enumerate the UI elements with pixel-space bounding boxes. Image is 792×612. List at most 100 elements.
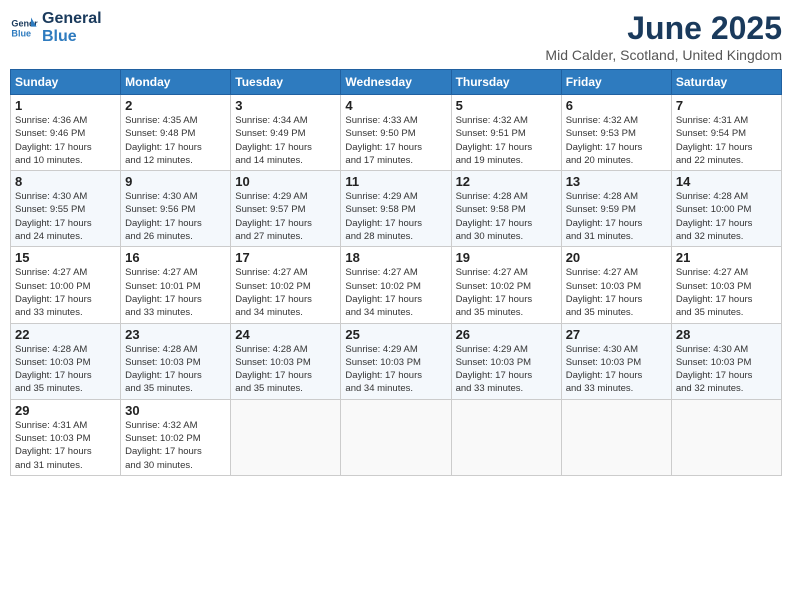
day-number: 11 bbox=[345, 174, 446, 189]
calendar-cell: 22Sunrise: 4:28 AM Sunset: 10:03 PM Dayl… bbox=[11, 323, 121, 399]
weekday-header: Tuesday bbox=[231, 70, 341, 95]
day-info: Sunrise: 4:32 AM Sunset: 10:02 PM Daylig… bbox=[125, 419, 226, 472]
month-title: June 2025 bbox=[545, 10, 782, 47]
day-number: 16 bbox=[125, 250, 226, 265]
calendar-cell: 5Sunrise: 4:32 AM Sunset: 9:51 PM Daylig… bbox=[451, 95, 561, 171]
calendar-cell bbox=[561, 399, 671, 475]
day-info: Sunrise: 4:29 AM Sunset: 10:03 PM Daylig… bbox=[456, 343, 557, 396]
calendar-week-row: 29Sunrise: 4:31 AM Sunset: 10:03 PM Dayl… bbox=[11, 399, 782, 475]
calendar-cell: 26Sunrise: 4:29 AM Sunset: 10:03 PM Dayl… bbox=[451, 323, 561, 399]
day-info: Sunrise: 4:27 AM Sunset: 10:02 PM Daylig… bbox=[235, 266, 336, 319]
calendar-cell: 6Sunrise: 4:32 AM Sunset: 9:53 PM Daylig… bbox=[561, 95, 671, 171]
day-number: 9 bbox=[125, 174, 226, 189]
calendar-cell: 25Sunrise: 4:29 AM Sunset: 10:03 PM Dayl… bbox=[341, 323, 451, 399]
day-info: Sunrise: 4:27 AM Sunset: 10:03 PM Daylig… bbox=[676, 266, 777, 319]
calendar-cell: 13Sunrise: 4:28 AM Sunset: 9:59 PM Dayli… bbox=[561, 171, 671, 247]
calendar-cell: 7Sunrise: 4:31 AM Sunset: 9:54 PM Daylig… bbox=[671, 95, 781, 171]
day-number: 2 bbox=[125, 98, 226, 113]
day-info: Sunrise: 4:32 AM Sunset: 9:53 PM Dayligh… bbox=[566, 114, 667, 167]
day-number: 30 bbox=[125, 403, 226, 418]
calendar-week-row: 22Sunrise: 4:28 AM Sunset: 10:03 PM Dayl… bbox=[11, 323, 782, 399]
day-number: 19 bbox=[456, 250, 557, 265]
calendar-cell: 16Sunrise: 4:27 AM Sunset: 10:01 PM Dayl… bbox=[121, 247, 231, 323]
day-info: Sunrise: 4:27 AM Sunset: 10:03 PM Daylig… bbox=[566, 266, 667, 319]
day-number: 29 bbox=[15, 403, 116, 418]
weekday-header: Wednesday bbox=[341, 70, 451, 95]
day-info: Sunrise: 4:27 AM Sunset: 10:02 PM Daylig… bbox=[456, 266, 557, 319]
weekday-header: Friday bbox=[561, 70, 671, 95]
calendar-cell: 20Sunrise: 4:27 AM Sunset: 10:03 PM Dayl… bbox=[561, 247, 671, 323]
day-number: 8 bbox=[15, 174, 116, 189]
day-info: Sunrise: 4:32 AM Sunset: 9:51 PM Dayligh… bbox=[456, 114, 557, 167]
day-number: 21 bbox=[676, 250, 777, 265]
day-number: 27 bbox=[566, 327, 667, 342]
calendar-week-row: 1Sunrise: 4:36 AM Sunset: 9:46 PM Daylig… bbox=[11, 95, 782, 171]
weekday-header: Saturday bbox=[671, 70, 781, 95]
calendar-cell bbox=[341, 399, 451, 475]
page-header: General Blue General Blue June 2025 Mid … bbox=[10, 10, 782, 63]
calendar-cell: 18Sunrise: 4:27 AM Sunset: 10:02 PM Dayl… bbox=[341, 247, 451, 323]
day-info: Sunrise: 4:28 AM Sunset: 10:03 PM Daylig… bbox=[15, 343, 116, 396]
calendar-cell: 24Sunrise: 4:28 AM Sunset: 10:03 PM Dayl… bbox=[231, 323, 341, 399]
calendar-header-row: SundayMondayTuesdayWednesdayThursdayFrid… bbox=[11, 70, 782, 95]
day-number: 4 bbox=[345, 98, 446, 113]
calendar-cell: 19Sunrise: 4:27 AM Sunset: 10:02 PM Dayl… bbox=[451, 247, 561, 323]
calendar-cell: 23Sunrise: 4:28 AM Sunset: 10:03 PM Dayl… bbox=[121, 323, 231, 399]
day-info: Sunrise: 4:27 AM Sunset: 10:02 PM Daylig… bbox=[345, 266, 446, 319]
weekday-header: Thursday bbox=[451, 70, 561, 95]
day-number: 14 bbox=[676, 174, 777, 189]
calendar-cell: 30Sunrise: 4:32 AM Sunset: 10:02 PM Dayl… bbox=[121, 399, 231, 475]
day-info: Sunrise: 4:28 AM Sunset: 10:00 PM Daylig… bbox=[676, 190, 777, 243]
weekday-header: Sunday bbox=[11, 70, 121, 95]
logo-general: General bbox=[42, 10, 102, 28]
calendar-cell: 14Sunrise: 4:28 AM Sunset: 10:00 PM Dayl… bbox=[671, 171, 781, 247]
day-info: Sunrise: 4:27 AM Sunset: 10:01 PM Daylig… bbox=[125, 266, 226, 319]
logo: General Blue General Blue bbox=[10, 10, 102, 45]
calendar-cell: 4Sunrise: 4:33 AM Sunset: 9:50 PM Daylig… bbox=[341, 95, 451, 171]
day-number: 6 bbox=[566, 98, 667, 113]
calendar-cell: 1Sunrise: 4:36 AM Sunset: 9:46 PM Daylig… bbox=[11, 95, 121, 171]
calendar-cell: 29Sunrise: 4:31 AM Sunset: 10:03 PM Dayl… bbox=[11, 399, 121, 475]
day-number: 1 bbox=[15, 98, 116, 113]
calendar-week-row: 8Sunrise: 4:30 AM Sunset: 9:55 PM Daylig… bbox=[11, 171, 782, 247]
calendar-cell bbox=[451, 399, 561, 475]
day-info: Sunrise: 4:30 AM Sunset: 9:55 PM Dayligh… bbox=[15, 190, 116, 243]
calendar-cell: 3Sunrise: 4:34 AM Sunset: 9:49 PM Daylig… bbox=[231, 95, 341, 171]
day-number: 10 bbox=[235, 174, 336, 189]
location-title: Mid Calder, Scotland, United Kingdom bbox=[545, 47, 782, 63]
day-number: 20 bbox=[566, 250, 667, 265]
day-info: Sunrise: 4:30 AM Sunset: 9:56 PM Dayligh… bbox=[125, 190, 226, 243]
calendar-cell: 9Sunrise: 4:30 AM Sunset: 9:56 PM Daylig… bbox=[121, 171, 231, 247]
day-info: Sunrise: 4:29 AM Sunset: 9:57 PM Dayligh… bbox=[235, 190, 336, 243]
day-info: Sunrise: 4:29 AM Sunset: 10:03 PM Daylig… bbox=[345, 343, 446, 396]
day-info: Sunrise: 4:27 AM Sunset: 10:00 PM Daylig… bbox=[15, 266, 116, 319]
day-info: Sunrise: 4:34 AM Sunset: 9:49 PM Dayligh… bbox=[235, 114, 336, 167]
calendar-table: SundayMondayTuesdayWednesdayThursdayFrid… bbox=[10, 69, 782, 476]
calendar-cell bbox=[671, 399, 781, 475]
day-number: 7 bbox=[676, 98, 777, 113]
day-number: 17 bbox=[235, 250, 336, 265]
calendar-week-row: 15Sunrise: 4:27 AM Sunset: 10:00 PM Dayl… bbox=[11, 247, 782, 323]
logo-icon: General Blue bbox=[10, 14, 38, 42]
day-info: Sunrise: 4:28 AM Sunset: 9:59 PM Dayligh… bbox=[566, 190, 667, 243]
day-number: 13 bbox=[566, 174, 667, 189]
calendar-cell: 17Sunrise: 4:27 AM Sunset: 10:02 PM Dayl… bbox=[231, 247, 341, 323]
logo-blue: Blue bbox=[42, 28, 102, 46]
day-info: Sunrise: 4:28 AM Sunset: 10:03 PM Daylig… bbox=[125, 343, 226, 396]
calendar-cell: 21Sunrise: 4:27 AM Sunset: 10:03 PM Dayl… bbox=[671, 247, 781, 323]
calendar-cell: 8Sunrise: 4:30 AM Sunset: 9:55 PM Daylig… bbox=[11, 171, 121, 247]
calendar-cell: 10Sunrise: 4:29 AM Sunset: 9:57 PM Dayli… bbox=[231, 171, 341, 247]
day-info: Sunrise: 4:35 AM Sunset: 9:48 PM Dayligh… bbox=[125, 114, 226, 167]
day-number: 18 bbox=[345, 250, 446, 265]
day-number: 28 bbox=[676, 327, 777, 342]
day-info: Sunrise: 4:29 AM Sunset: 9:58 PM Dayligh… bbox=[345, 190, 446, 243]
calendar-cell bbox=[231, 399, 341, 475]
calendar-cell: 2Sunrise: 4:35 AM Sunset: 9:48 PM Daylig… bbox=[121, 95, 231, 171]
day-number: 15 bbox=[15, 250, 116, 265]
calendar-cell: 15Sunrise: 4:27 AM Sunset: 10:00 PM Dayl… bbox=[11, 247, 121, 323]
day-info: Sunrise: 4:30 AM Sunset: 10:03 PM Daylig… bbox=[676, 343, 777, 396]
day-info: Sunrise: 4:36 AM Sunset: 9:46 PM Dayligh… bbox=[15, 114, 116, 167]
day-info: Sunrise: 4:28 AM Sunset: 9:58 PM Dayligh… bbox=[456, 190, 557, 243]
title-block: June 2025 Mid Calder, Scotland, United K… bbox=[545, 10, 782, 63]
day-info: Sunrise: 4:28 AM Sunset: 10:03 PM Daylig… bbox=[235, 343, 336, 396]
